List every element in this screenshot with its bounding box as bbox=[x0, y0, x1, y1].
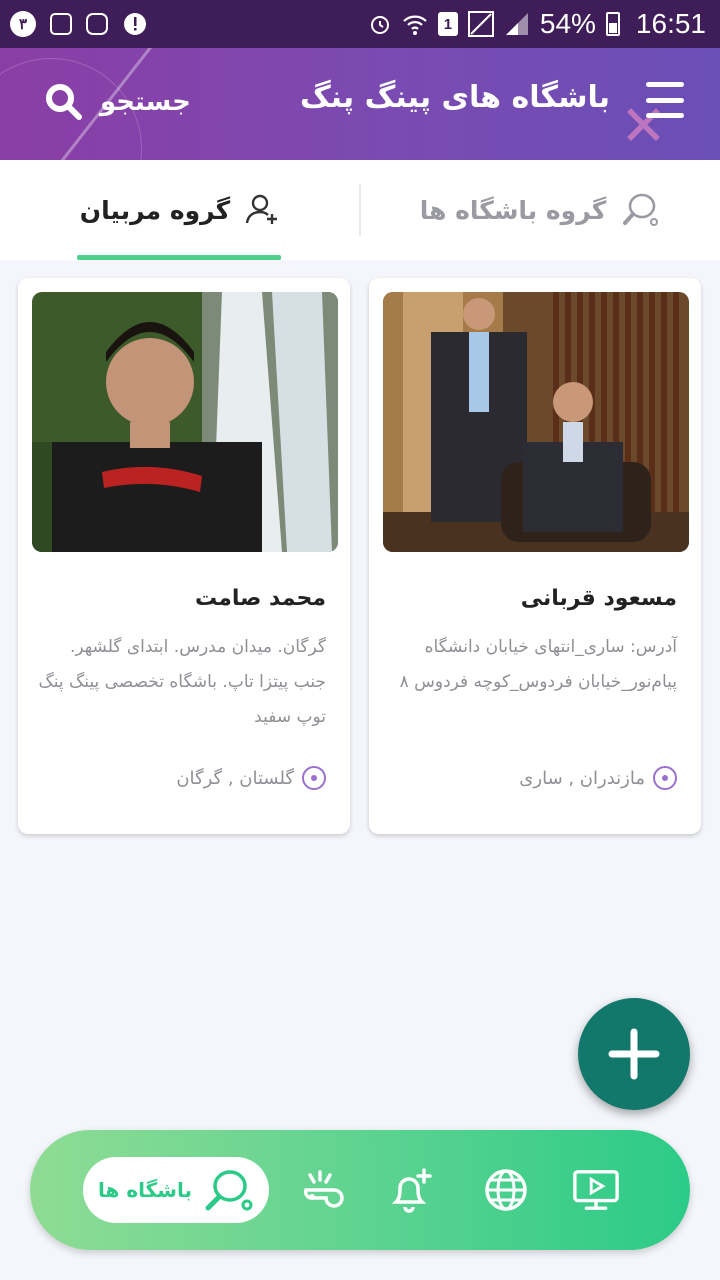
battery-percent: 54% bbox=[539, 8, 596, 39]
clock: 16:51 bbox=[635, 8, 706, 39]
location-text: گلستان , گرگان bbox=[176, 767, 294, 789]
tab-coaches[interactable]: گروه مربیان bbox=[0, 160, 360, 260]
nav-active-label: باشگاه ها bbox=[98, 1178, 192, 1202]
plus-icon bbox=[608, 1028, 660, 1080]
sim-slot-badge: 1 bbox=[437, 12, 458, 36]
instagram-icon bbox=[86, 13, 108, 35]
whistle-icon bbox=[303, 1170, 344, 1208]
coach-photo bbox=[383, 292, 689, 552]
tab-label: گروه مربیان bbox=[79, 195, 231, 225]
search-label: جستجو bbox=[100, 87, 191, 117]
coach-address: آدرس: ساری_انتهای خیابان دانشگاه پیام‌نو… bbox=[399, 637, 677, 692]
nav-item-coaches[interactable] bbox=[298, 1166, 346, 1214]
bottom-navigation: باشگاه ها bbox=[30, 1130, 690, 1250]
wifi-icon bbox=[403, 15, 427, 35]
coach-card[interactable]: محمد صامت گرگان. میدان مدرس. ابتدای گلشه… bbox=[18, 278, 350, 834]
app-header: ✕ جستجو باشگاه های پینگ پنگ bbox=[0, 48, 720, 160]
nav-item-clubs[interactable]: باشگاه ها bbox=[83, 1157, 269, 1223]
battery-icon bbox=[605, 12, 620, 36]
nav-item-notifications[interactable] bbox=[386, 1166, 434, 1214]
nav-item-web[interactable] bbox=[482, 1166, 530, 1214]
tab-bar: گروه مربیان گروه باشگاه ها bbox=[0, 160, 720, 260]
coach-location: گلستان , گرگان bbox=[176, 766, 326, 790]
globe-icon bbox=[485, 1169, 527, 1211]
search-icon bbox=[46, 84, 82, 120]
coach-photo bbox=[32, 292, 338, 552]
gallery-icon bbox=[50, 13, 72, 35]
tab-label: گروه باشگاه ها bbox=[419, 195, 607, 225]
coach-name: مسعود قربانی bbox=[520, 586, 677, 611]
video-icon bbox=[573, 1170, 619, 1210]
location-pin-icon bbox=[302, 766, 326, 790]
menu-button[interactable] bbox=[646, 82, 684, 118]
cell-signal-icon bbox=[505, 13, 528, 35]
search-button[interactable]: جستجو bbox=[44, 82, 191, 122]
no-signal-icon bbox=[467, 11, 494, 37]
menu-icon bbox=[646, 82, 684, 87]
bell-plus-icon bbox=[391, 1168, 432, 1213]
location-pin-icon bbox=[653, 766, 677, 790]
page-title: باشگاه های پینگ پنگ bbox=[299, 80, 610, 115]
paddle-icon bbox=[623, 193, 659, 226]
status-bar: ٣ 1 54% 16:51 bbox=[0, 0, 720, 48]
notification-count-badge: ٣ bbox=[10, 11, 36, 37]
signal-alert-icon bbox=[124, 13, 146, 35]
coach-location: مازندران , ساری bbox=[519, 766, 677, 790]
add-button[interactable] bbox=[578, 998, 690, 1110]
location-text: مازندران , ساری bbox=[519, 767, 645, 789]
coach-card[interactable]: مسعود قربانی آدرس: ساری_انتهای خیابان دا… bbox=[369, 278, 701, 834]
clubs-icon bbox=[205, 1170, 253, 1211]
add-user-icon bbox=[246, 194, 278, 224]
coach-name: محمد صامت bbox=[194, 586, 326, 611]
tab-clubs[interactable]: گروه باشگاه ها bbox=[360, 160, 720, 260]
active-tab-indicator bbox=[77, 255, 281, 260]
alarm-icon bbox=[370, 16, 389, 34]
coach-address: گرگان. میدان مدرس. ابتدای گلشهر. جنب پیت… bbox=[38, 637, 326, 727]
nav-item-videos[interactable] bbox=[572, 1166, 620, 1214]
